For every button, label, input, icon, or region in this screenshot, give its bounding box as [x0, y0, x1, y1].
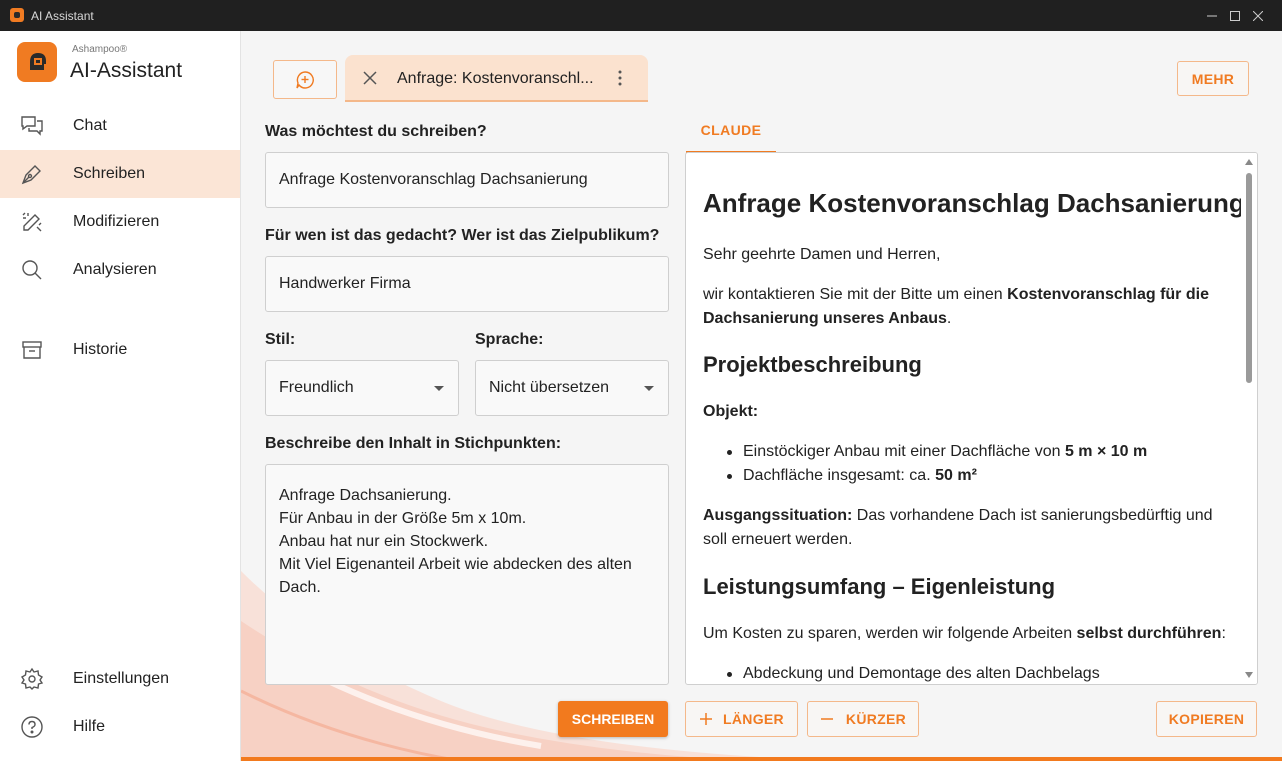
- magnifier-icon: [22, 260, 42, 280]
- style-select[interactable]: Freundlich: [265, 360, 459, 416]
- write-button[interactable]: SCHREIBEN: [558, 701, 668, 737]
- language-value: Nicht übersetzen: [489, 379, 610, 396]
- doc-object-list: Einstöckiger Anbau mit einer Dachfläche …: [723, 440, 1147, 488]
- help-circle-icon: [21, 716, 43, 738]
- list-item: Einstöckiger Anbau mit einer Dachfläche …: [723, 440, 1147, 464]
- doc-greeting: Sehr geehrte Damen und Herren,: [703, 246, 941, 263]
- close-icon: [1253, 10, 1263, 21]
- content-label: Beschreibe den Inhalt in Stichpunkten:: [265, 435, 562, 452]
- main-area: Anfrage: Kostenvoranschl... MEHR Was möc…: [241, 31, 1282, 761]
- tab-claude[interactable]: CLAUDE: [686, 108, 776, 153]
- language-select[interactable]: Nicht übersetzen: [475, 360, 669, 416]
- scrollbar-thumb[interactable]: [1246, 173, 1252, 383]
- language-label: Sprache:: [475, 331, 544, 348]
- accent-bar: [241, 757, 1282, 761]
- magic-pencil-icon: [22, 212, 42, 232]
- more-button[interactable]: MEHR: [1177, 61, 1249, 96]
- output-panel[interactable]: Anfrage Kostenvoranschlag Dachsanierung …: [685, 152, 1258, 685]
- sidebar-item-label: Modifizieren: [73, 213, 160, 230]
- audience-input[interactable]: Handwerker Firma: [265, 256, 669, 312]
- plus-icon: [700, 713, 713, 725]
- list-item: Abdeckung und Demontage des alten Dachbe…: [723, 662, 1100, 684]
- sidebar-item-einstellungen[interactable]: Einstellungen: [0, 655, 240, 703]
- shorter-button[interactable]: KÜRZER: [807, 701, 919, 737]
- archive-box-icon: [22, 341, 42, 359]
- style-label: Stil:: [265, 331, 296, 348]
- sidebar-item-label: Historie: [73, 341, 128, 358]
- doc-intro: wir kontaktieren Sie mit der Bitte um ei…: [703, 286, 1209, 327]
- audience-label: Für wen ist das gedacht? Wer ist das Zie…: [265, 227, 660, 244]
- app-logo: [17, 42, 57, 82]
- sidebar-item-label: Einstellungen: [73, 670, 170, 687]
- sidebar-item-modifizieren[interactable]: Modifizieren: [0, 198, 240, 246]
- sidebar-item-analysieren[interactable]: Analysieren: [0, 246, 240, 294]
- tab-anfrage[interactable]: Anfrage: Kostenvoranschl...: [345, 55, 648, 102]
- gear-icon: [20, 667, 44, 690]
- app-icon: [10, 8, 24, 22]
- window-title: AI Assistant: [31, 9, 94, 23]
- output-scrollbar[interactable]: [1241, 153, 1257, 684]
- robot-head-icon: [30, 53, 46, 70]
- list-item: Dachfläche insgesamt: ca. 50 m²: [723, 464, 1147, 488]
- dropdown-arrow-icon: [434, 386, 444, 391]
- doc-situation: Ausgangssituation: Das vorhandene Dach i…: [703, 507, 1213, 548]
- chat-add-icon: [296, 70, 314, 89]
- longer-button[interactable]: LÄNGER: [685, 701, 798, 737]
- doc-heading-scope: Leistungsumfang – Eigenleistung: [703, 574, 1056, 599]
- new-chat-tab-button[interactable]: [273, 60, 337, 99]
- kebab-menu-icon[interactable]: [613, 67, 627, 89]
- copy-button[interactable]: KOPIEREN: [1156, 701, 1257, 737]
- doc-scope-intro: Um Kosten zu sparen, werden wir folgende…: [703, 625, 1226, 642]
- pen-nib-icon: [21, 165, 41, 185]
- style-value: Freundlich: [279, 379, 354, 396]
- sidebar-item-label: Schreiben: [73, 165, 146, 182]
- sidebar-item-hilfe[interactable]: Hilfe: [0, 703, 240, 751]
- window-titlebar: AI Assistant: [0, 0, 1282, 31]
- sidebar-item-label: Chat: [73, 117, 107, 134]
- doc-object-label: Objekt:: [703, 403, 759, 420]
- close-window-button[interactable]: [1235, 0, 1281, 31]
- content-text: Anfrage Dachsanierung. Für Anbau in der …: [279, 487, 632, 596]
- topic-input[interactable]: Anfrage Kostenvoranschlag Dachsanierung: [265, 152, 669, 208]
- doc-title: Anfrage Kostenvoranschlag Dachsanierung: [703, 188, 1245, 218]
- brand-name: AI-Assistant: [70, 59, 183, 82]
- dropdown-arrow-icon: [644, 386, 654, 391]
- close-tab-icon[interactable]: [361, 69, 379, 87]
- brand-vendor: Ashampoo®: [72, 44, 128, 55]
- scroll-down-icon[interactable]: [1245, 672, 1253, 678]
- tab-label: Anfrage: Kostenvoranschl...: [397, 70, 594, 87]
- chat-bubbles-icon: [21, 116, 43, 136]
- sidebar-item-label: Hilfe: [73, 718, 106, 735]
- content-textarea[interactable]: Anfrage Dachsanierung. Für Anbau in der …: [265, 464, 669, 685]
- doc-heading-project: Projektbeschreibung: [703, 352, 922, 377]
- doc-scope-list: Abdeckung und Demontage des alten Dachbe…: [723, 662, 1100, 684]
- scroll-up-icon[interactable]: [1245, 159, 1253, 165]
- topic-label: Was möchtest du schreiben?: [265, 123, 487, 140]
- sidebar-item-chat[interactable]: Chat: [0, 102, 240, 150]
- sidebar-item-schreiben[interactable]: Schreiben: [0, 150, 240, 198]
- sidebar-item-label: Analysieren: [73, 261, 157, 278]
- minus-icon: [820, 718, 833, 720]
- sidebar-item-historie[interactable]: Historie: [0, 326, 240, 374]
- sidebar: Ashampoo® AI-Assistant Chat Schreiben Mo…: [0, 31, 241, 761]
